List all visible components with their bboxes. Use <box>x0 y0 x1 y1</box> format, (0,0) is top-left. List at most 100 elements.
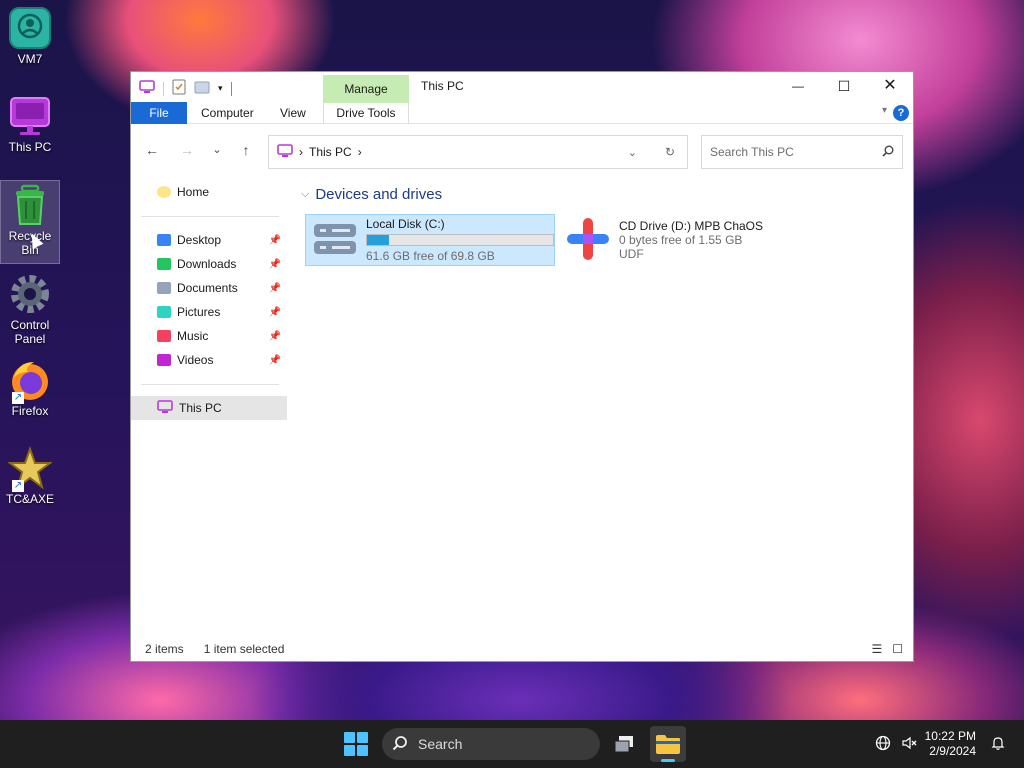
tab-file[interactable]: File <box>131 102 187 124</box>
desktop-icon-vm7[interactable]: VM7 <box>0 0 60 66</box>
forward-arrow-icon[interactable]: → <box>177 140 197 160</box>
drive-free-space: 61.6 GB free of 69.8 GB <box>366 249 495 263</box>
notification-bell-icon[interactable] <box>990 735 1006 754</box>
tab-view[interactable]: View <box>270 102 316 124</box>
tab-computer[interactable]: Computer <box>191 102 264 124</box>
nav-item-label: Home <box>177 185 210 199</box>
tab-drive-tools[interactable]: Drive Tools <box>323 102 409 124</box>
ribbon-expand-icon[interactable]: ▾ <box>882 105 887 116</box>
qat-dropdown-icon[interactable]: ▾ <box>218 83 223 94</box>
ribbon-tabs: File Computer View Drive Tools ▾ ? <box>131 102 913 124</box>
nav-item-pictures[interactable]: Pictures 📌 <box>131 300 287 324</box>
quick-access-toolbar: ▾ <box>139 79 232 98</box>
desktop-icon-label: Firefox <box>11 404 49 418</box>
help-button[interactable]: ? <box>893 105 909 121</box>
clock[interactable]: 10:22 PM 2/9/2024 <box>925 729 976 759</box>
pin-icon[interactable]: 📌 <box>269 355 281 366</box>
address-dropdown-icon[interactable]: ⌄ <box>628 146 637 159</box>
nav-item-downloads[interactable]: Downloads 📌 <box>131 252 287 276</box>
nav-item-home[interactable]: Home <box>131 180 287 204</box>
refresh-icon[interactable]: ↻ <box>665 145 675 159</box>
drive-filesystem: UDF <box>619 247 644 261</box>
properties-icon[interactable] <box>172 79 186 98</box>
details-view-icon[interactable]: ☰ <box>871 642 882 656</box>
cd-drive-icon <box>565 216 611 265</box>
pin-icon[interactable]: 📌 <box>269 283 281 294</box>
desktop-icon-this-pc[interactable]: This PC <box>0 88 60 154</box>
folder-icon <box>656 735 680 754</box>
pin-icon[interactable]: 📌 <box>269 235 281 246</box>
task-view-button[interactable] <box>606 726 642 762</box>
monitor-icon <box>8 94 52 138</box>
qat-separator <box>230 81 232 96</box>
pin-icon[interactable]: 📌 <box>269 307 281 318</box>
drive-free-space: 0 bytes free of 1.55 GB <box>619 233 743 247</box>
search-box[interactable]: Search This PC <box>701 135 903 169</box>
clock-time: 10:22 PM <box>924 729 976 743</box>
pin-icon[interactable]: 📌 <box>269 259 281 270</box>
hard-drive-icon <box>312 222 358 259</box>
system-tray: 10:22 PM 2/9/2024 <box>875 720 1024 768</box>
recent-locations-chevron-icon[interactable]: ⌄ <box>207 140 227 160</box>
pictures-folder-icon <box>157 306 171 318</box>
globe-icon[interactable] <box>875 735 891 754</box>
selection-count: 1 item selected <box>203 642 285 656</box>
nav-item-documents[interactable]: Documents 📌 <box>131 276 287 300</box>
drive-local-disk-c[interactable]: Local Disk (C:) 61.6 GB free of 69.8 GB <box>305 214 555 266</box>
this-pc-address-icon <box>277 143 293 161</box>
firefox-icon: ↗ <box>8 358 52 404</box>
documents-folder-icon <box>157 282 171 294</box>
nav-item-label: Videos <box>177 353 214 367</box>
drive-usage-fill <box>367 235 389 245</box>
start-button[interactable] <box>344 732 368 756</box>
desktop-icon-recycle-bin[interactable]: Recycle Bin <box>0 180 60 264</box>
content-pane: ⌵ Devices and drives <box>301 186 901 203</box>
back-arrow-icon[interactable]: ← <box>142 140 162 160</box>
volume-muted-icon[interactable] <box>901 735 917 754</box>
up-arrow-icon[interactable]: ↑ <box>236 140 256 160</box>
large-icons-view-icon[interactable]: ☐ <box>892 642 903 656</box>
drive-usage-bar <box>366 234 554 246</box>
nav-item-this-pc[interactable]: This PC <box>131 396 287 420</box>
new-folder-icon[interactable] <box>194 80 210 97</box>
clock-date: 2/9/2024 <box>929 744 976 758</box>
drive-name: CD Drive (D:) MPB ChaOS <box>619 219 764 233</box>
breadcrumb-separator[interactable]: › <box>299 145 303 159</box>
title-bar[interactable]: ▾ Manage This PC — ☐ ✕ <box>131 72 913 103</box>
nav-item-music[interactable]: Music 📌 <box>131 324 287 348</box>
group-header-devices[interactable]: ⌵ Devices and drives <box>301 186 901 203</box>
desktop-icon-tc-axe[interactable]: ↗ TC&AXE <box>0 440 60 506</box>
breadcrumb-separator[interactable]: › <box>358 145 362 159</box>
desktop-folder-icon <box>157 234 171 246</box>
nav-separator <box>141 216 279 217</box>
nav-item-label: Pictures <box>177 305 221 319</box>
desktop-icon-firefox[interactable]: ↗ Firefox <box>0 352 60 418</box>
address-bar[interactable]: › This PC › ⌄ ↻ <box>268 135 688 169</box>
trash-icon <box>8 183 52 227</box>
breadcrumb-this-pc[interactable]: This PC <box>309 145 352 159</box>
file-explorer-window: ▾ Manage This PC — ☐ ✕ File Computer Vie… <box>130 71 914 662</box>
chevron-down-icon: ⌵ <box>301 188 310 200</box>
maximize-button[interactable]: ☐ <box>821 72 867 100</box>
drive-cd-d[interactable]: CD Drive (D:) MPB ChaOS 0 bytes free of … <box>559 214 819 266</box>
windows-logo-icon <box>357 732 368 743</box>
nav-separator <box>141 384 279 385</box>
taskbar-search[interactable]: Search <box>382 728 600 760</box>
this-pc-small-icon <box>139 80 155 97</box>
nav-item-label: Desktop <box>177 233 222 247</box>
search-input[interactable]: Search This PC <box>710 145 794 159</box>
minimize-button[interactable]: — <box>775 72 821 100</box>
gear-icon <box>8 272 52 316</box>
pin-icon[interactable]: 📌 <box>269 331 281 342</box>
item-count: 2 items <box>145 642 184 656</box>
windows-logo-icon <box>344 745 355 756</box>
navigation-pane: Home Desktop 📌 Downloads 📌 Documents 📌 P… <box>131 176 287 636</box>
window-title: This PC <box>421 79 464 93</box>
nav-item-desktop[interactable]: Desktop 📌 <box>131 228 287 252</box>
desktop-icon-control-panel[interactable]: Control Panel <box>0 266 60 346</box>
taskbar-file-explorer[interactable] <box>650 726 686 762</box>
contextual-tab-manage[interactable]: Manage <box>323 75 409 103</box>
user-icon <box>8 6 52 50</box>
nav-item-videos[interactable]: Videos 📌 <box>131 348 287 372</box>
close-button[interactable]: ✕ <box>867 72 913 100</box>
